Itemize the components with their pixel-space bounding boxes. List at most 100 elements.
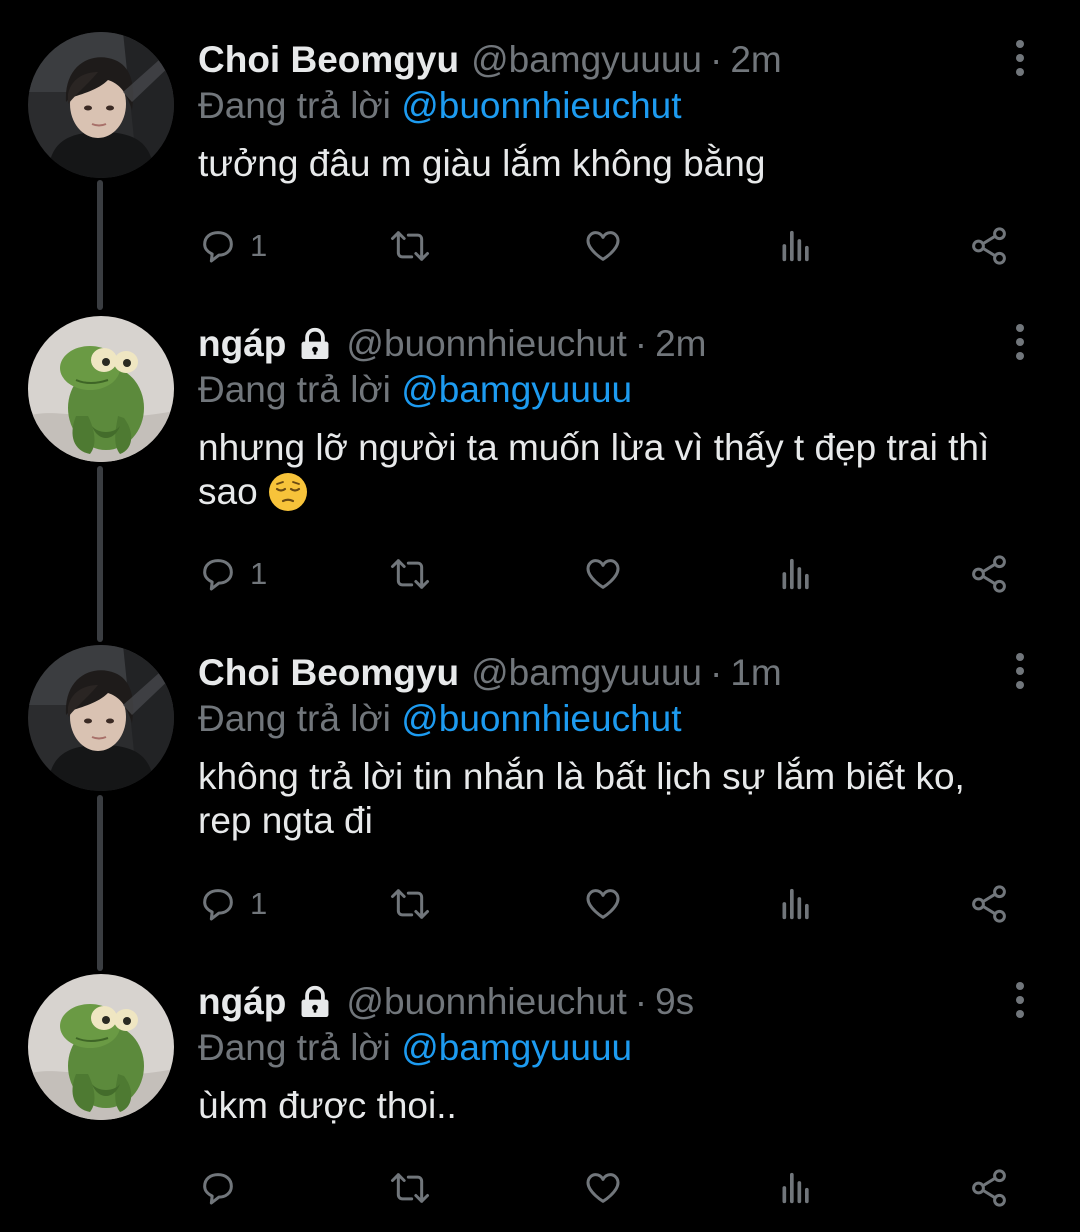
share-icon — [972, 1169, 1006, 1207]
lock-icon — [301, 327, 329, 360]
share-button[interactable] — [968, 1163, 1010, 1213]
avatar[interactable] — [28, 974, 174, 1120]
replying-to-line: Đang trả lời @buonnhieuchut — [198, 84, 1010, 128]
views-button[interactable] — [776, 1163, 816, 1213]
like-icon — [586, 889, 620, 919]
comment-icon — [203, 1173, 233, 1205]
tweet-text: ùkm được thoi.. — [198, 1085, 457, 1126]
comment-icon — [203, 889, 233, 921]
user-handle[interactable]: @buonnhieuchut — [346, 980, 626, 1024]
tweet-text: không trả lời tin nhắn là bất lịch sự lắ… — [198, 756, 965, 841]
tweet-text: nhưng lỡ người ta muốn lừa vì thấy t đẹp… — [198, 427, 990, 512]
replying-prefix: Đang trả lời — [198, 698, 402, 739]
tweet-header: Choi Beomgyu @bamgyuuuu · 2m — [198, 38, 1010, 82]
separator-dot: · — [634, 981, 648, 1022]
retweet-icon — [391, 889, 429, 919]
retweet-icon — [391, 231, 429, 261]
views-button[interactable] — [776, 549, 816, 599]
retweet-icon — [391, 559, 429, 589]
retweet-button[interactable] — [388, 549, 432, 599]
person-avatar-image — [28, 645, 174, 791]
share-icon — [972, 885, 1006, 923]
retweet-icon — [391, 1173, 429, 1203]
thread-connector — [97, 180, 103, 310]
comment-icon — [203, 231, 233, 263]
views-icon — [782, 558, 809, 590]
share-button[interactable] — [968, 879, 1010, 929]
views-icon — [782, 1172, 809, 1204]
views-icon — [782, 888, 809, 920]
lock-icon — [301, 985, 329, 1018]
like-button[interactable] — [582, 1163, 624, 1213]
timestamp[interactable]: 9s — [655, 980, 694, 1024]
replying-prefix: Đang trả lời — [198, 1027, 402, 1068]
timestamp[interactable]: 2m — [655, 322, 706, 366]
views-button[interactable] — [776, 221, 816, 271]
comment-icon — [203, 559, 233, 591]
thread-connector — [97, 466, 103, 642]
avatar[interactable] — [28, 32, 174, 178]
separator-dot: · — [710, 652, 723, 693]
retweet-button[interactable] — [388, 1163, 432, 1213]
views-icon — [782, 230, 809, 262]
like-icon — [586, 231, 620, 261]
user-handle[interactable]: @bamgyuuuu — [471, 38, 702, 82]
display-name[interactable]: Choi Beomgyu — [198, 651, 459, 695]
mention-link[interactable]: @buonnhieuchut — [401, 698, 681, 739]
more-icon[interactable] — [1010, 322, 1030, 362]
more-icon[interactable] — [1010, 980, 1030, 1020]
reply-button[interactable] — [198, 1163, 250, 1213]
replying-prefix: Đang trả lời — [198, 369, 402, 410]
mention-link[interactable]: @buonnhieuchut — [401, 85, 681, 126]
tweet-actions: 1 — [198, 879, 1018, 929]
thread-connector — [97, 795, 103, 971]
mention-link[interactable]: @bamgyuuuu — [401, 369, 632, 410]
more-icon[interactable] — [1010, 38, 1030, 78]
share-button[interactable] — [968, 549, 1010, 599]
share-icon — [972, 555, 1006, 593]
retweet-button[interactable] — [388, 879, 432, 929]
reply-button[interactable]: 1 — [198, 221, 267, 271]
user-handle[interactable]: @buonnhieuchut — [346, 322, 626, 366]
share-icon — [972, 227, 1006, 265]
replying-prefix: Đang trả lời — [198, 85, 402, 126]
display-name[interactable]: ngáp — [198, 980, 286, 1024]
user-handle[interactable]: @bamgyuuuu — [471, 651, 702, 695]
timestamp[interactable]: 2m — [730, 38, 781, 82]
reply-count: 1 — [250, 886, 268, 921]
tweet-actions — [198, 1163, 1018, 1213]
reply-button[interactable]: 1 — [198, 879, 267, 929]
kermit-avatar-image — [28, 974, 174, 1120]
pensive-face-emoji — [268, 473, 307, 511]
mention-link[interactable]: @bamgyuuuu — [401, 1027, 632, 1068]
separator-dot: · — [710, 39, 723, 80]
views-button[interactable] — [776, 879, 816, 929]
reply-button[interactable]: 1 — [198, 549, 267, 599]
like-button[interactable] — [582, 879, 624, 929]
like-icon — [586, 1173, 620, 1203]
retweet-button[interactable] — [388, 221, 432, 271]
avatar[interactable] — [28, 645, 174, 791]
share-button[interactable] — [968, 221, 1010, 271]
tweet-header: ngáp @buonnhieuchut · 9s — [198, 980, 1010, 1024]
like-button[interactable] — [582, 221, 624, 271]
like-button[interactable] — [582, 549, 624, 599]
tweet-header: ngáp @buonnhieuchut · 2m — [198, 322, 1010, 366]
reply-count: 1 — [250, 228, 268, 263]
separator-dot: · — [634, 323, 648, 364]
replying-to-line: Đang trả lời @bamgyuuuu — [198, 368, 1010, 412]
tweet-text-container: nhưng lỡ người ta muốn lừa vì thấy t đẹp… — [198, 426, 1010, 514]
replying-to-line: Đang trả lời @bamgyuuuu — [198, 1026, 1010, 1070]
display-name[interactable]: Choi Beomgyu — [198, 38, 459, 82]
avatar[interactable] — [28, 316, 174, 462]
kermit-avatar-image — [28, 316, 174, 462]
tweet-header: Choi Beomgyu @bamgyuuuu · 1m — [198, 651, 1010, 695]
timestamp[interactable]: 1m — [730, 651, 781, 695]
reply-count: 1 — [250, 556, 268, 591]
more-icon[interactable] — [1010, 651, 1030, 691]
tweet-thread: Choi Beomgyu @bamgyuuuu · 2m Đang trả lờ… — [0, 0, 1080, 1232]
replying-to-line: Đang trả lời @buonnhieuchut — [198, 697, 1010, 741]
tweet-text: tưởng đâu m giàu lắm không bằng — [198, 143, 766, 184]
display-name[interactable]: ngáp — [198, 322, 286, 366]
tweet-actions: 1 — [198, 221, 1018, 271]
